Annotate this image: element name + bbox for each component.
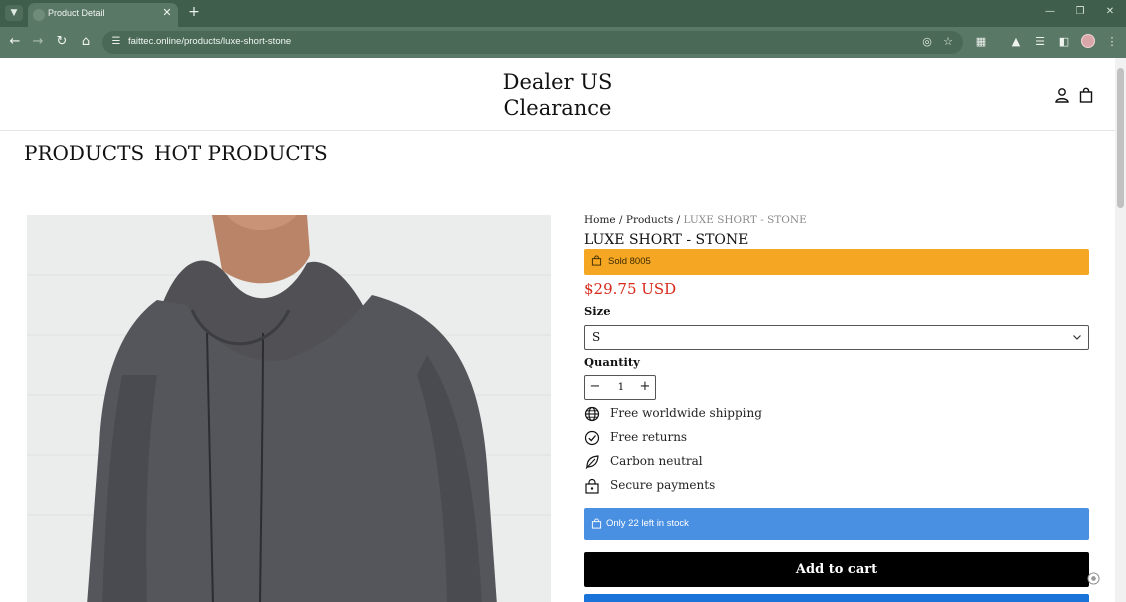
- nav-products-link[interactable]: PRODUCTS: [24, 141, 144, 165]
- bookmark-star-icon[interactable]: ☆: [941, 35, 955, 49]
- feature-returns: Free returns: [584, 429, 884, 447]
- quantity-label: Quantity: [584, 355, 640, 369]
- address-bar[interactable]: ☰ faittec.online/products/luxe-short-sto…: [102, 31, 963, 54]
- chat-widget-icon[interactable]: [1087, 572, 1100, 585]
- product-image[interactable]: [27, 215, 551, 602]
- product-price: $29.75 USD: [584, 280, 677, 298]
- forward-icon[interactable]: →: [30, 34, 46, 50]
- page-scrollbar[interactable]: [1115, 58, 1126, 602]
- close-window-icon[interactable]: ✕: [1103, 5, 1117, 19]
- feature-carbon-text: Carbon neutral: [610, 454, 703, 468]
- breadcrumb: Home / Products / LUXE SHORT - STONE: [584, 214, 807, 226]
- minimize-icon[interactable]: —: [1043, 5, 1057, 19]
- product-title: LUXE SHORT - STONE: [584, 232, 749, 248]
- leaf-icon: [585, 455, 599, 469]
- tab-close-icon[interactable]: ✕: [160, 6, 174, 20]
- chevron-down-icon: [1073, 335, 1081, 340]
- globe-icon: [584, 406, 600, 422]
- breadcrumb-products-link[interactable]: Products: [626, 214, 673, 226]
- browser-toolbar: ← → ↻ ⌂ ☰ faittec.online/products/luxe-s…: [0, 27, 1126, 58]
- quantity-increase-button[interactable]: +: [637, 379, 653, 395]
- tab-search-button[interactable]: ▼: [5, 5, 23, 21]
- browser-tab[interactable]: Product Detail ✕: [28, 3, 178, 27]
- quantity-input[interactable]: 1: [611, 381, 631, 393]
- quantity-decrease-button[interactable]: −: [587, 379, 603, 395]
- bag-icon: [591, 255, 602, 266]
- add-to-cart-button[interactable]: Add to cart: [584, 552, 1089, 587]
- shopping-bag-icon[interactable]: [1078, 87, 1094, 103]
- profile-avatar[interactable]: [1081, 34, 1095, 48]
- brand-line-1: Dealer US: [502, 70, 613, 94]
- breadcrumb-separator: /: [615, 214, 626, 226]
- browser-tab-strip: ▼ Product Detail ✕ + — ❐ ✕: [0, 0, 1126, 27]
- back-icon[interactable]: ←: [7, 34, 23, 50]
- nav-hot-products-link[interactable]: HOT PRODUCTS: [154, 141, 328, 165]
- brand-line-2: Clearance: [503, 96, 612, 120]
- feature-carbon: Carbon neutral: [584, 453, 884, 471]
- breadcrumb-home-link[interactable]: Home: [584, 214, 616, 226]
- store-logo[interactable]: Dealer US Clearance: [0, 69, 1115, 121]
- home-icon[interactable]: ⌂: [78, 34, 94, 50]
- buy-now-button[interactable]: [584, 594, 1089, 602]
- size-selected-value: S: [592, 330, 601, 344]
- extensions-icon[interactable]: ▦: [973, 34, 989, 50]
- size-label: Size: [584, 304, 611, 318]
- bag-icon: [591, 518, 602, 529]
- reload-icon[interactable]: ↻: [54, 34, 70, 50]
- header-divider: [0, 130, 1115, 131]
- tab-title: Product Detail: [48, 8, 105, 18]
- breadcrumb-separator: /: [673, 214, 684, 226]
- breadcrumb-current: LUXE SHORT - STONE: [683, 214, 807, 226]
- new-tab-button[interactable]: +: [186, 4, 202, 20]
- feature-payments: Secure payments: [584, 477, 884, 495]
- restore-icon[interactable]: ❐: [1073, 5, 1087, 19]
- product-photo-illustration: [27, 215, 551, 602]
- lock-bag-icon: [585, 478, 599, 494]
- stock-text: Only 22 left in stock: [606, 518, 689, 529]
- tab-favicon-icon: [33, 9, 45, 21]
- url-text[interactable]: faittec.online/products/luxe-short-stone: [128, 36, 291, 47]
- browser-menu-icon[interactable]: ⋮: [1104, 34, 1120, 50]
- eye-off-icon[interactable]: ◎: [920, 35, 934, 49]
- sold-count-banner: Sold 8005: [584, 249, 1089, 275]
- person-icon[interactable]: [1054, 87, 1070, 103]
- side-panel-icon[interactable]: ◧: [1056, 34, 1072, 50]
- scrollbar-thumb[interactable]: [1117, 68, 1124, 208]
- quantity-stepper: − 1 +: [584, 375, 656, 400]
- media-queue-icon[interactable]: ☰: [1032, 34, 1048, 50]
- check-circle-icon: [584, 430, 600, 446]
- product-page: Dealer US Clearance PRODUCTS HOT PRODUCT…: [0, 58, 1115, 602]
- feature-shipping: Free worldwide shipping: [584, 405, 884, 423]
- site-info-icon[interactable]: ☰: [109, 35, 123, 49]
- feature-returns-text: Free returns: [610, 430, 688, 444]
- feature-payments-text: Secure payments: [610, 478, 716, 492]
- sold-count-text: Sold 8005: [608, 256, 651, 267]
- labs-flask-icon[interactable]: ▲: [1008, 34, 1024, 50]
- size-select[interactable]: S: [584, 325, 1089, 350]
- stock-banner: Only 22 left in stock: [584, 508, 1089, 540]
- feature-shipping-text: Free worldwide shipping: [610, 406, 762, 420]
